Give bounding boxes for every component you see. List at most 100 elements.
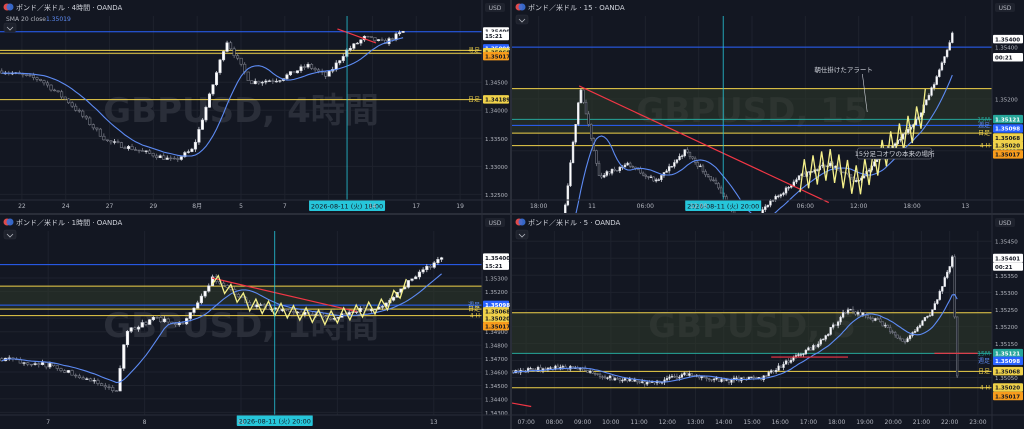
candle-body [133,327,137,330]
candle-body [236,294,240,298]
chart-pane-4h[interactable]: GBPUSD, 4時間2026-08-11 (火) 18:001.350001.… [0,0,511,214]
candle-body [159,317,163,323]
chart-4h-canvas[interactable]: GBPUSD, 4時間2026-08-11 (火) 18:001.350001.… [0,0,510,213]
candle-body [200,119,204,130]
candle-body [787,187,790,189]
candle-body [66,370,70,373]
candle-body [916,327,919,332]
level-tag: 日足 [978,130,990,137]
candle-body [797,354,800,356]
chart-15m-canvas[interactable]: GBPUSD, 152026-08-11 (火) 20:00朝仕掛けたアラート1… [512,0,1024,213]
candle-body [60,91,64,98]
candle-body [63,370,67,373]
candle-body [394,33,398,40]
time-tick-label: 8月 [192,203,202,210]
candle-body [660,175,663,180]
collapse-chevron-icon[interactable] [3,229,17,240]
price-label-text: 1.35017 [485,54,510,60]
candle-body [588,370,592,373]
candle-body [889,327,892,333]
candle-body [299,311,303,315]
candle-body [643,381,646,385]
time-tick-label: 22 [18,203,26,210]
candle-body [841,312,845,318]
candle-body [85,378,89,380]
chart-pane-1h[interactable]: GBPUSD, 1時間 2026-08-11 (火) 20:00 1.35300 1.… [0,214,511,429]
candle-body [641,381,644,383]
candle-body [673,375,676,378]
chart-pane-15m[interactable]: GBPUSD, 152026-08-11 (火) 20:00朝仕掛けたアラート1… [511,0,1024,214]
candle-body [324,71,328,77]
price-tick-label: 1.35400 [995,46,1018,52]
candle-body [177,322,181,325]
candle-body [688,151,692,157]
candle-body [777,365,780,371]
price-tick-label: 1.34400 [485,397,508,403]
price-tick-label: 1.35300 [995,291,1018,297]
candle-body [380,306,385,308]
chart-5m-canvas[interactable]: GBPUSD, 51.354501.354001.353501.353001.3… [512,215,1024,429]
candle-body [112,141,116,143]
candle-body [44,362,48,368]
candle-body [236,55,240,59]
candle-body [782,363,785,368]
candle-body [151,317,155,320]
candle-body [37,363,41,365]
candle-body [366,35,370,38]
candle-body [151,153,155,157]
candle-body [126,146,131,149]
time-tick-label: 15:00 [743,419,760,426]
price-tick-label: 1.35200 [485,290,508,296]
candle-body [938,290,941,300]
candle-body [871,318,875,321]
candle-body [284,308,288,311]
currency-label: USD [999,5,1012,12]
candle-body [107,386,111,389]
candle-body [712,378,716,381]
time-tick-label: 07:00 [517,419,534,426]
symbol-watermark: GBPUSD, 4時間 [103,91,378,131]
collapse-chevron-icon[interactable] [515,14,529,25]
candle-body [657,179,660,181]
candle-body [278,80,282,82]
candle-body [779,194,783,197]
candle-body [927,95,931,101]
candle-body [285,74,289,79]
candle-body [639,168,642,174]
candle-body [134,149,138,151]
candle-body [948,266,951,273]
candle-body [948,42,951,51]
candle-body [203,290,207,297]
price-label-text: 1.35020 [995,386,1020,392]
candle-body [102,135,106,141]
collapse-chevron-icon[interactable] [3,22,17,33]
candle-body [348,47,352,51]
candle-body [707,378,711,380]
candle-body [347,312,351,315]
candle-body [529,368,532,370]
time-tick-label: 11 [588,203,596,210]
candle-body [190,148,194,152]
time-tick-label: 14 [369,203,377,210]
candle-body [822,338,825,341]
candle-body [144,150,148,152]
candle-body [665,378,669,381]
price-label-text: 1.35401 [995,256,1020,262]
candle-body [816,169,819,171]
time-tick-label: 18:00 [828,419,845,426]
candle-body [603,376,607,379]
chart-pane-5m[interactable]: GBPUSD, 51.354501.354001.353501.353001.3… [511,214,1024,429]
candle-body [928,315,932,317]
price-label-text: 1.35017 [995,394,1020,400]
candle-body [699,165,702,168]
candle-body [310,64,314,69]
candle-body [898,337,902,340]
candle-body [584,102,588,115]
candle-body [266,305,270,310]
candle-body [196,302,200,309]
candle-body [162,155,166,160]
chart-1h-canvas[interactable]: GBPUSD, 1時間 2026-08-11 (火) 20:00 1.35300 1.… [0,215,510,429]
price-tick-label: 1.35250 [995,308,1018,314]
candle-body [141,150,145,152]
collapse-chevron-icon[interactable] [515,229,529,240]
